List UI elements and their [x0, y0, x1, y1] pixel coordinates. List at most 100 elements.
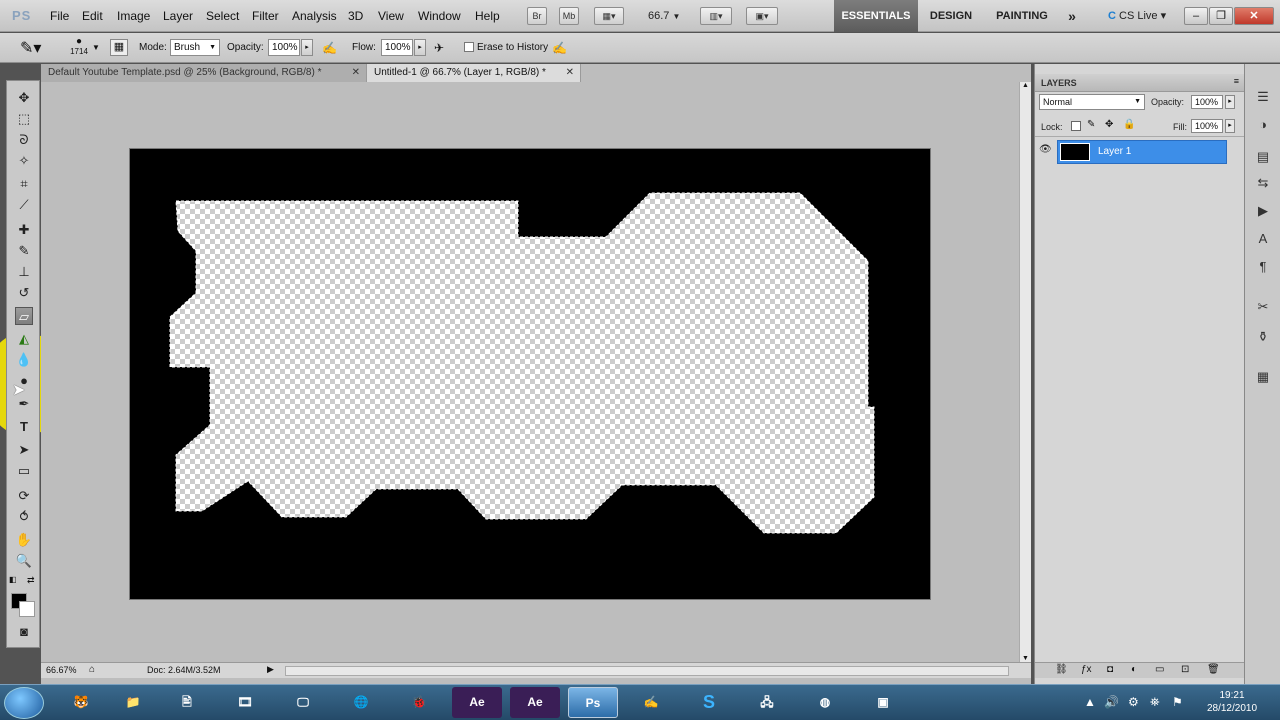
document-canvas[interactable] [129, 148, 931, 600]
menu-analysis[interactable]: Analysis [292, 9, 337, 23]
layer-visibility-eye-icon[interactable]: 👁 [1039, 144, 1052, 155]
menu-window[interactable]: Window [418, 9, 461, 23]
menu-file[interactable]: File [50, 9, 69, 23]
blur-icon[interactable]: 💧 [15, 351, 33, 369]
minimize-button[interactable]: – [1184, 7, 1208, 25]
arrange-documents-button[interactable]: ▥▾ [700, 7, 732, 25]
skype-icon[interactable]: S [684, 687, 734, 718]
paragraph-icon[interactable]: ¶ [1254, 258, 1272, 276]
workspace-essentials[interactable]: ESSENTIALS [834, 0, 918, 32]
lasso-icon[interactable]: ᘐ [15, 131, 33, 149]
tray-app-icon[interactable]: ⚙ [1128, 695, 1139, 709]
more-workspaces-button[interactable]: » [1060, 0, 1084, 32]
3d-orbit-icon[interactable]: ⥀ [15, 508, 33, 526]
restore-button[interactable]: ❐ [1209, 7, 1233, 25]
clone-source-icon[interactable]: ⚱ [1254, 328, 1272, 346]
flow-input[interactable]: 100% [381, 39, 413, 56]
crop-icon[interactable]: ⌗ [15, 175, 33, 193]
explorer-icon[interactable]: 📁 [108, 687, 158, 718]
layer-opacity-slider-button[interactable]: ▸ [1225, 95, 1235, 109]
path-select-icon[interactable]: ➤ [15, 441, 33, 459]
close-window-button[interactable]: ✕ [1234, 7, 1274, 25]
layers-panel-title[interactable]: LAYERS [1041, 78, 1077, 88]
tray-expand-icon[interactable]: ▲ [1084, 695, 1096, 709]
photoshop-taskbar-icon[interactable]: Ps [568, 687, 618, 718]
vertical-scrollbar[interactable]: ▲ ▼ [1019, 82, 1031, 662]
layer-mask-icon[interactable]: ◘ [1107, 664, 1113, 675]
tablet-pressure-size-icon[interactable]: ✍ [552, 41, 567, 55]
status-menu-arrow-icon[interactable]: ▶ [267, 664, 274, 675]
panel-menu-icon[interactable]: ≡ [1234, 76, 1239, 86]
browser-globe-icon[interactable]: 🌐 [336, 687, 386, 718]
menu-select[interactable]: Select [206, 9, 239, 23]
volume-icon[interactable]: 🔊 [1104, 695, 1119, 709]
cs-live-button[interactable]: C CS Live ▾ [1108, 9, 1166, 22]
status-zoom[interactable]: 66.67% [46, 665, 77, 675]
adjustments-icon[interactable]: ☰ [1254, 88, 1272, 106]
type-icon[interactable]: T [15, 418, 33, 436]
move-icon[interactable]: ✥ [15, 89, 33, 107]
3d-rotate-icon[interactable]: ⟳ [15, 487, 33, 505]
menu-3d[interactable]: 3D [348, 9, 363, 23]
tab-close-icon[interactable]: ✕ [566, 64, 574, 82]
adjustment-layer-icon[interactable]: ◐ [1131, 664, 1137, 675]
lock-position-icon[interactable]: ✥ [1105, 119, 1113, 130]
airbrush-icon[interactable]: ✈ [434, 41, 444, 55]
start-button[interactable] [4, 687, 44, 719]
rectangle-icon[interactable]: ▭ [15, 462, 33, 480]
taskbar-app-icon[interactable]: 🐯 [56, 687, 106, 718]
lock-all-icon[interactable]: 🔒 [1123, 119, 1135, 130]
flow-slider-button[interactable]: ▸ [414, 39, 426, 56]
opacity-input[interactable]: 100% [268, 39, 300, 56]
zoom-level-field[interactable]: 66.7 ▼ [634, 8, 684, 24]
mini-bridge-panel-icon[interactable]: ▦ [1254, 368, 1272, 386]
video-app-icon[interactable]: 🎞 [220, 687, 270, 718]
menu-layer[interactable]: Layer [163, 9, 193, 23]
eraser-preset-icon[interactable]: ✎▾ [20, 38, 41, 58]
delete-layer-icon[interactable]: 🗑 [1207, 664, 1220, 675]
masks-icon[interactable]: ◑ [1254, 116, 1272, 134]
action-center-icon[interactable]: ⚑ [1172, 695, 1183, 709]
horizontal-scrollbar[interactable] [285, 666, 1009, 676]
remote-app-icon[interactable]: ▣ [858, 687, 908, 718]
quick-select-icon[interactable]: ✧ [15, 152, 33, 170]
layer-opacity-input[interactable]: 100% [1191, 95, 1223, 109]
bridge-button[interactable]: Br [527, 7, 547, 25]
layer-style-icon[interactable]: ƒx [1081, 664, 1092, 675]
menu-image[interactable]: Image [117, 9, 150, 23]
brush-preset-picker[interactable]: ● 1714 [66, 36, 92, 56]
brush-picker-arrow-icon[interactable]: ▼ [92, 43, 100, 52]
channels-icon[interactable]: ▤ [1254, 148, 1272, 166]
layer-row[interactable]: Layer 1 [1057, 140, 1227, 164]
blend-mode-select[interactable]: Normal ▼ [1039, 94, 1145, 110]
tablet-pressure-opacity-icon[interactable]: ✍ [322, 41, 337, 55]
after-effects-2-icon[interactable]: Ae [510, 687, 560, 718]
tab-untitled-1[interactable]: Untitled-1 @ 66.7% (Layer 1, RGB/8) * ✕ [367, 64, 581, 82]
extras-button[interactable]: ▦▾ [594, 7, 624, 25]
character-icon[interactable]: A [1254, 230, 1272, 248]
marquee-icon[interactable]: ⬚ [15, 110, 33, 128]
media-center-icon[interactable]: 🖹 [162, 687, 212, 718]
tools-preset-icon[interactable]: ✂ [1254, 298, 1272, 316]
new-layer-icon[interactable]: ⊡ [1181, 664, 1189, 675]
paths-icon[interactable]: ⇆ [1254, 174, 1272, 192]
scroll-down-icon[interactable]: ▼ [1020, 655, 1031, 662]
workspace-design[interactable]: DESIGN [922, 0, 980, 32]
brush-icon[interactable]: ✎ [15, 242, 33, 260]
healing-brush-icon[interactable]: ✚ [15, 221, 33, 239]
opacity-slider-button[interactable]: ▸ [301, 39, 313, 56]
fill-slider-button[interactable]: ▸ [1225, 119, 1235, 133]
network-app-icon[interactable]: 🖧 [742, 687, 792, 718]
mode-select[interactable]: Brush ▼ [170, 39, 220, 56]
lock-pixels-icon[interactable]: ✎ [1087, 119, 1095, 130]
minibridge-button[interactable]: Mb [559, 7, 579, 25]
tab-close-icon[interactable]: ✕ [352, 64, 360, 82]
menu-filter[interactable]: Filter [252, 9, 279, 23]
ladybug-app-icon[interactable]: 🐞 [394, 687, 444, 718]
media-player-icon[interactable]: 🖵 [278, 687, 328, 718]
default-colors-icon[interactable]: ◧ [9, 575, 17, 584]
background-color-swatch[interactable] [19, 601, 35, 617]
hand-icon[interactable]: ✋ [15, 531, 33, 549]
history-brush-icon[interactable]: ↺ [15, 284, 33, 302]
zoom-icon[interactable]: 🔍 [15, 552, 33, 570]
